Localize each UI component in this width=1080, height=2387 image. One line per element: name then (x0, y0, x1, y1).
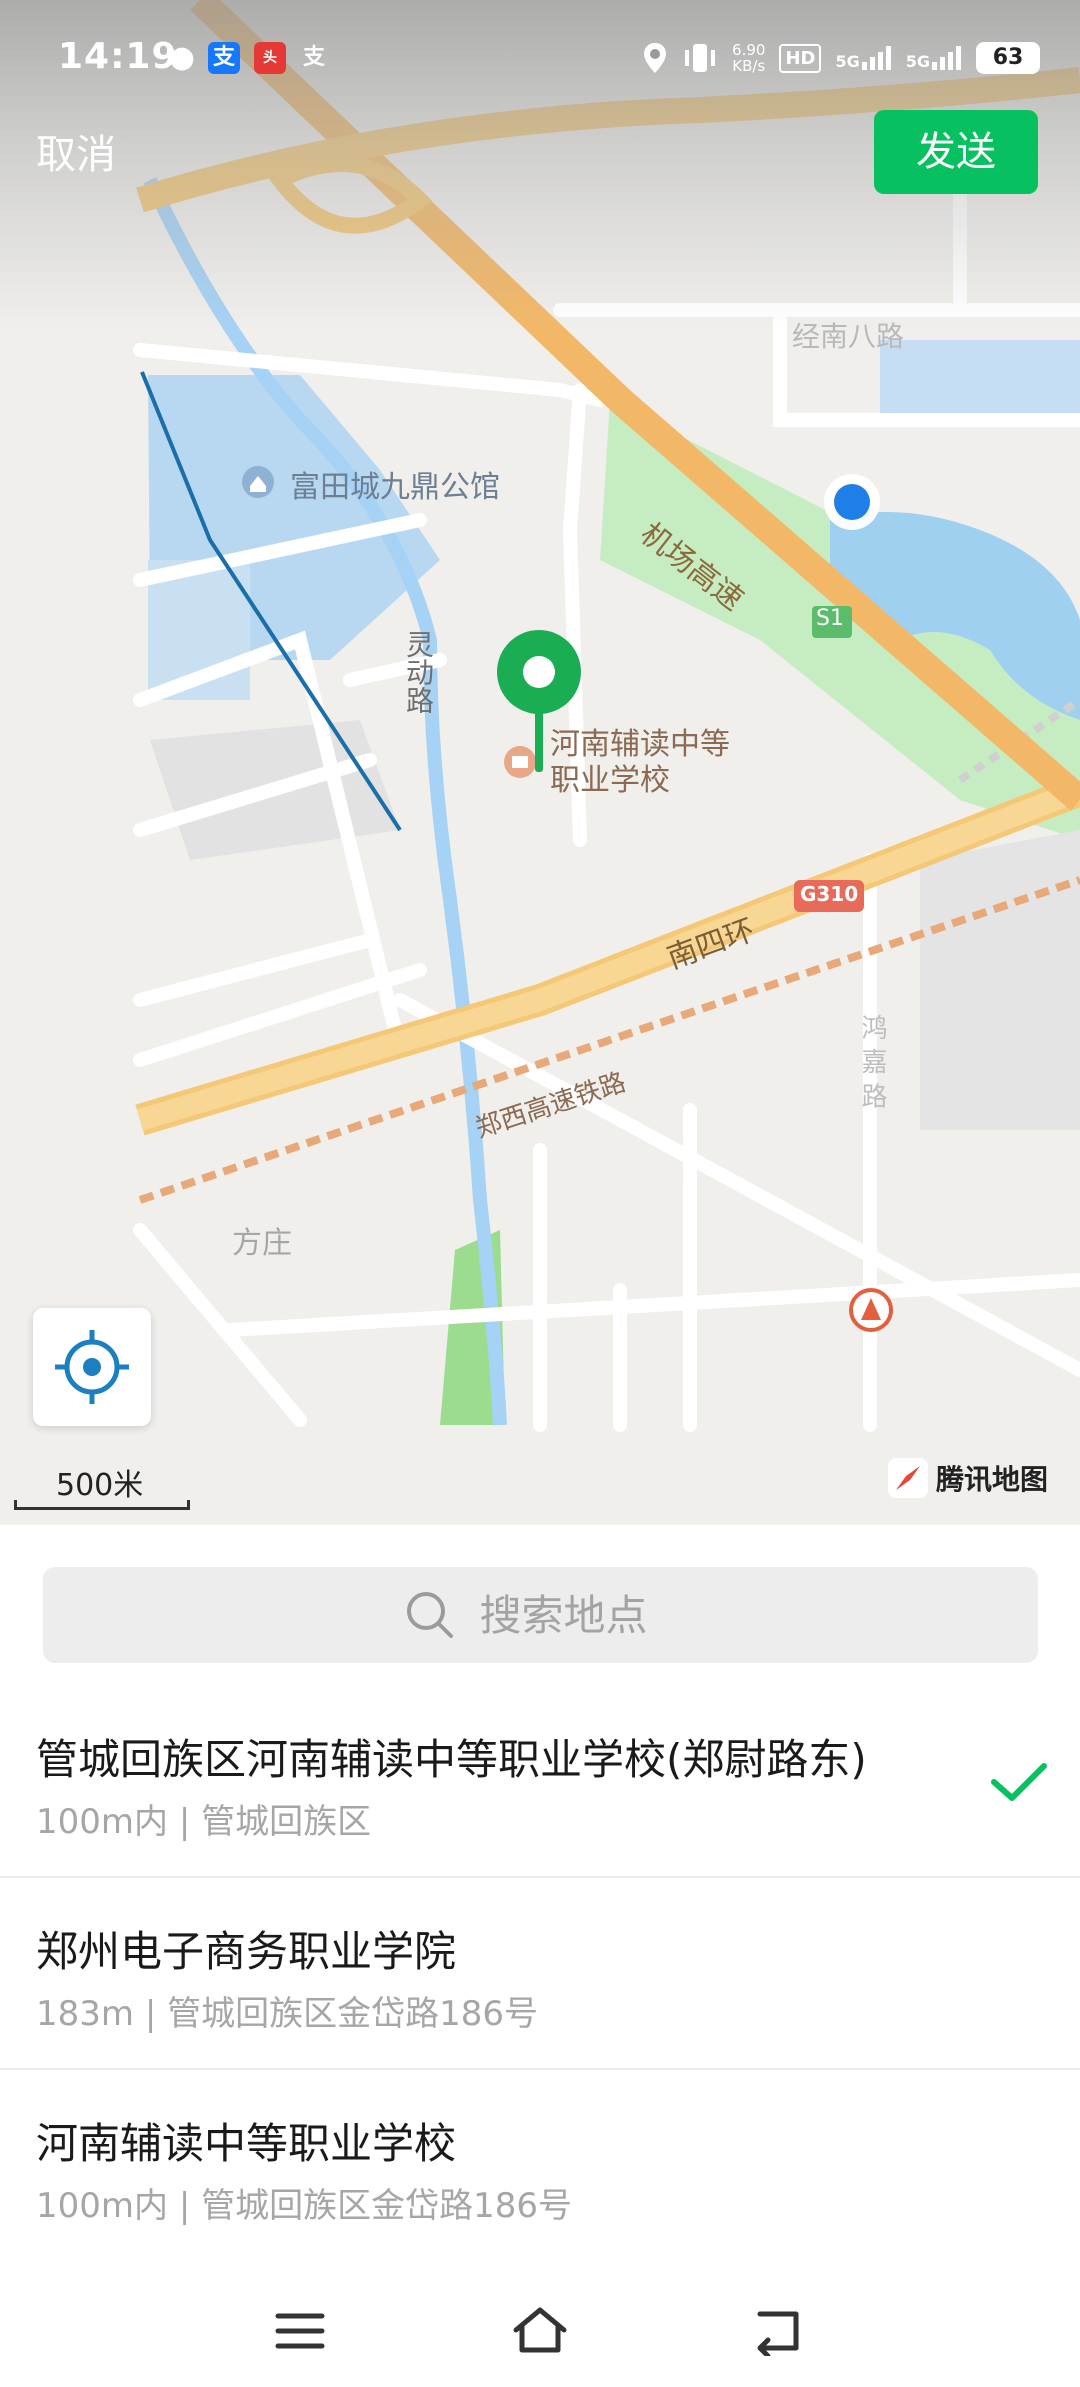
home-nav-icon (513, 2307, 567, 2353)
signal-2: 5G (906, 46, 962, 70)
vibrate-icon (685, 44, 716, 72)
place-label-fangzhuang: 方庄 (232, 1226, 292, 1261)
poi-label-fudian: 富田城九鼎公馆 (290, 470, 500, 505)
locate-me-button[interactable] (33, 1308, 151, 1426)
map-scale-bar: 500米 (14, 1460, 190, 1510)
alipay-icon: 支 (208, 42, 240, 74)
map-brand-logo: 腾讯地图 (888, 1456, 1048, 1500)
road-label-hong: 鸿 嘉 路 (857, 1014, 887, 1109)
tencent-map-icon (888, 1458, 928, 1498)
block-2 (920, 830, 1080, 1130)
wechat-icon: ● (168, 40, 196, 75)
status-right-group: 6.90 KB/s HD 5G 5G 63 (642, 36, 1040, 80)
signal-1: 5G (835, 46, 891, 70)
menu-icon (275, 2313, 325, 2349)
cancel-button[interactable]: 取消 (36, 122, 116, 180)
road-label-s1: S1 (816, 606, 844, 631)
result-title: 管城回族区河南辅读中等职业学校(郑尉路东) (36, 1735, 867, 1784)
search-icon (406, 1592, 453, 1638)
result-subtitle: 100m内 | 管城回族区金岱路186号 (36, 2186, 572, 2226)
result-subtitle: 100m内 | 管城回族区 (36, 1802, 372, 1842)
search-bar[interactable] (43, 1567, 1038, 1663)
news-app-icon: 头 (254, 42, 286, 74)
result-title: 郑州电子商务职业学院 (36, 1927, 457, 1976)
signal-1-label: 5G (835, 52, 860, 71)
net-speed: 6.90 KB/s (732, 42, 765, 74)
selected-location-pin[interactable] (494, 628, 584, 774)
status-bar: 14:19 ● 支 头 支 6.90 KB/s HD 5G 5G 63 (0, 0, 1080, 110)
scale-line (14, 1500, 190, 1510)
location-panel: 管城回族区河南辅读中等职业学校(郑尉路东) 100m内 | 管城回族区 郑州电子… (0, 1525, 1080, 2387)
hd-badge: HD (779, 43, 822, 73)
location-result-item[interactable]: 管城回族区河南辅读中等职业学校(郑尉路东) 100m内 | 管城回族区 (0, 1686, 1080, 1878)
current-location-dot (824, 474, 880, 530)
scale-label: 500米 (56, 1468, 144, 1503)
selected-check-icon (991, 1763, 1047, 1801)
menu-nav-button[interactable] (270, 2306, 330, 2356)
signal-bars-icon (861, 46, 891, 70)
back-icon (757, 2311, 799, 2359)
location-pin-icon (644, 43, 667, 73)
crosshair-icon (55, 1330, 129, 1404)
home-nav-button[interactable] (510, 2306, 570, 2356)
send-button[interactable]: 发送 (874, 110, 1038, 194)
location-result-item[interactable]: 郑州电子商务职业学院 183m | 管城回族区金岱路186号 (0, 1878, 1080, 2070)
map-view[interactable]: 经南八路 富田城九鼎公馆 机场高速 S1 灵动路 河南辅读中等 职业学校 G31… (0, 0, 1080, 1525)
road-label-lingdong: 灵动路 (402, 630, 435, 714)
road-label-jingnan: 经南八路 (792, 320, 905, 353)
back-nav-button[interactable] (750, 2306, 810, 2359)
status-time: 14:19 (58, 36, 178, 77)
result-subtitle: 183m | 管城回族区金岱路186号 (36, 1994, 538, 2034)
map-brand-text: 腾讯地图 (936, 1463, 1049, 1496)
location-result-item[interactable]: 河南辅读中等职业学校 100m内 | 管城回族区金岱路186号 (0, 2070, 1080, 2262)
net-speed-unit: KB/s (732, 57, 766, 75)
signal-2-label: 5G (905, 52, 930, 71)
road-label-g310: G310 (800, 882, 859, 906)
net-speed-value: 6.90 (732, 41, 766, 59)
result-title: 河南辅读中等职业学校 (36, 2119, 457, 2168)
system-nav-bar (0, 2270, 1080, 2387)
search-input[interactable] (477, 1589, 678, 1641)
signal-bars-icon (932, 46, 961, 70)
battery-indicator: 63 (976, 42, 1040, 74)
water-ne (880, 340, 1080, 420)
alipay-outline-icon: 支 (302, 45, 325, 70)
